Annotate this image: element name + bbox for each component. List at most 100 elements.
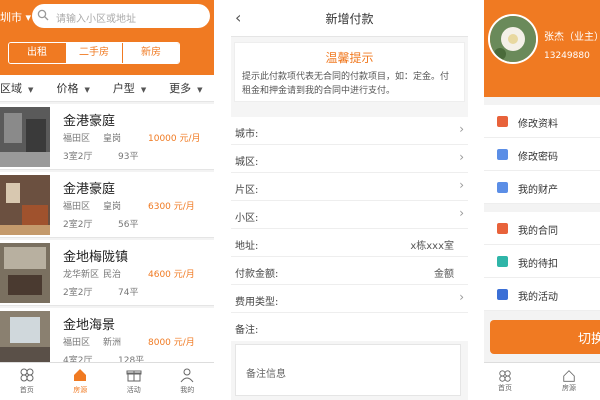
listing-photo	[0, 243, 50, 303]
community-field[interactable]: 小区: ›	[231, 201, 468, 229]
notes-textarea[interactable]: 备注信息	[235, 344, 461, 396]
segment-secondhand[interactable]: 二手房	[65, 43, 122, 63]
listing-rooms: 3室2厅	[63, 152, 93, 162]
tab-mine[interactable]: 我的	[161, 363, 215, 400]
address-field[interactable]: 地址: x栋xxx室	[231, 229, 468, 257]
menu-my-activities[interactable]: 我的活动	[484, 278, 600, 311]
district-field[interactable]: 城区: ›	[231, 145, 468, 173]
listing-type-segment: 出租 二手房 新房	[8, 42, 180, 64]
lock-icon	[497, 149, 508, 160]
listing-item[interactable]: 金地梅陇镇 龙华新区 民治 4600 元/月 2室2厅 74平	[0, 240, 214, 306]
search-icon	[37, 9, 49, 21]
switch-account-button[interactable]: 切换	[490, 320, 600, 354]
tab-activity[interactable]: 活动	[107, 363, 161, 400]
listing-size: 74平	[118, 288, 139, 298]
user-icon	[180, 368, 194, 383]
activity-icon	[497, 289, 508, 300]
chevron-right-icon: ›	[459, 290, 464, 304]
user-phone: 13249880	[544, 51, 590, 61]
page-title: 新增付款	[325, 12, 374, 26]
profile-screen: 张杰（业主） 13249880 修改资料 修改密码 我的财产 我的合同 我的待扣…	[484, 0, 600, 400]
dropdown-icon: ▼	[28, 86, 34, 94]
tab-home[interactable]: 首页	[490, 369, 520, 393]
contract-icon	[497, 223, 508, 234]
listing-district: 龙华新区	[63, 270, 100, 280]
chevron-right-icon: ›	[459, 150, 464, 164]
filter-more[interactable]: 更多 ▼	[158, 80, 214, 96]
segment-new[interactable]: 新房	[122, 43, 179, 63]
add-payment-screen: ‹ 新增付款 温馨提示 提示此付款项代表无合同的付款项目，如：定金。付租金和押金…	[231, 0, 468, 400]
clover-icon	[20, 368, 34, 382]
city-selector[interactable]: 圳市 ▾	[0, 9, 31, 25]
edit-icon	[497, 116, 508, 127]
listing-area: 新洲	[103, 338, 122, 348]
menu-my-property[interactable]: 我的财产	[484, 171, 600, 204]
filter-layout[interactable]: 户型 ▼	[101, 80, 157, 96]
notes-label-row: 备注:	[231, 313, 468, 341]
flower-avatar-image	[490, 16, 536, 62]
listing-district: 福田区	[63, 134, 91, 144]
listing-rooms: 2室2厅	[63, 288, 93, 298]
menu-my-contracts[interactable]: 我的合同	[484, 212, 600, 245]
city-field[interactable]: 城市: ›	[231, 117, 468, 145]
amount-field[interactable]: 付款金额: 金额	[231, 257, 468, 285]
bottom-tab-bar: 首页 房源	[484, 362, 600, 400]
amount-placeholder: 金额	[434, 269, 454, 280]
menu-edit-profile[interactable]: 修改资料	[484, 105, 600, 138]
search-input[interactable]: 请输入小区或地址	[32, 4, 210, 28]
deduction-icon	[497, 256, 508, 267]
tab-listings[interactable]: 房源	[554, 369, 584, 393]
search-placeholder: 请输入小区或地址	[56, 14, 136, 25]
listing-size: 93平	[118, 152, 139, 162]
dropdown-icon: ▼	[140, 86, 147, 94]
avatar[interactable]	[488, 14, 538, 64]
notice-title: 温馨提示	[325, 51, 374, 65]
listing-price: 10000 元/月	[148, 134, 201, 144]
gift-icon	[126, 370, 142, 382]
payment-header: ‹ 新增付款	[231, 0, 468, 37]
listing-name: 金港豪庭	[63, 182, 116, 197]
address-value: x栋xxx室	[410, 241, 454, 252]
fee-type-field[interactable]: 费用类型: ›	[231, 285, 468, 313]
chevron-right-icon: ›	[459, 122, 464, 136]
listing-photo	[0, 107, 50, 167]
segment-rent[interactable]: 出租	[9, 43, 65, 63]
listing-district: 福田区	[63, 338, 91, 348]
listing-area: 皇岗	[103, 202, 122, 212]
zone-field[interactable]: 片区: ›	[231, 173, 468, 201]
listing-area: 皇岗	[103, 134, 122, 144]
property-icon	[497, 182, 508, 193]
bottom-tab-bar: 首页 房源 活动 我的	[0, 362, 214, 400]
listing-screen: 圳市 ▾ 请输入小区或地址 出租 二手房 新房 区域 ▼ 价格 ▼ 户型 ▼ 更多 ▼ …	[0, 0, 214, 400]
filter-price[interactable]: 价格 ▼	[45, 80, 101, 96]
listing-price: 4600 元/月	[148, 270, 195, 280]
dropdown-icon: ▼	[197, 86, 203, 94]
tab-home[interactable]: 首页	[0, 363, 54, 400]
listing-item[interactable]: 金港豪庭 福田区 皇岗 6300 元/月 2室2厅 56平	[0, 172, 214, 238]
listing-name: 金港豪庭	[63, 114, 116, 129]
listing-photo	[0, 175, 50, 235]
tab-listings[interactable]: 房源	[54, 363, 108, 400]
house-icon	[74, 369, 87, 381]
clover-icon	[499, 370, 511, 382]
filter-bar: 区域 ▼ 价格 ▼ 户型 ▼ 更多 ▼	[0, 75, 214, 102]
listing-item[interactable]: 金港豪庭 福田区 皇岗 10000 元/月 3室2厅 93平	[0, 104, 214, 170]
notice-card: 温馨提示 提示此付款项代表无合同的付款项目，如：定金。付租金和押金请到我的合同中…	[234, 42, 465, 102]
notes-placeholder: 备注信息	[246, 369, 286, 380]
listing-price: 8000 元/月	[148, 338, 195, 348]
listing-header: 圳市 ▾ 请输入小区或地址 出租 二手房 新房	[0, 0, 214, 75]
menu-change-password[interactable]: 修改密码	[484, 138, 600, 171]
user-name: 张杰（业主）	[544, 32, 600, 43]
menu-pending-deductions[interactable]: 我的待扣	[484, 245, 600, 278]
listing-rooms: 2室2厅	[63, 220, 93, 230]
dropdown-icon: ▼	[84, 86, 90, 94]
filter-region[interactable]: 区域 ▼	[0, 80, 45, 96]
listing-size: 56平	[118, 220, 139, 230]
listing-price: 6300 元/月	[148, 202, 195, 212]
listing-name: 金地海景	[63, 318, 116, 333]
house-icon	[563, 370, 575, 382]
listing-district: 福田区	[63, 202, 91, 212]
listing-area: 民治	[103, 270, 122, 280]
chevron-right-icon: ›	[459, 206, 464, 220]
notice-body: 提示此付款项代表无合同的付款项目，如：定金。付租金和押金请到我的合同中进行支付。	[242, 72, 450, 96]
